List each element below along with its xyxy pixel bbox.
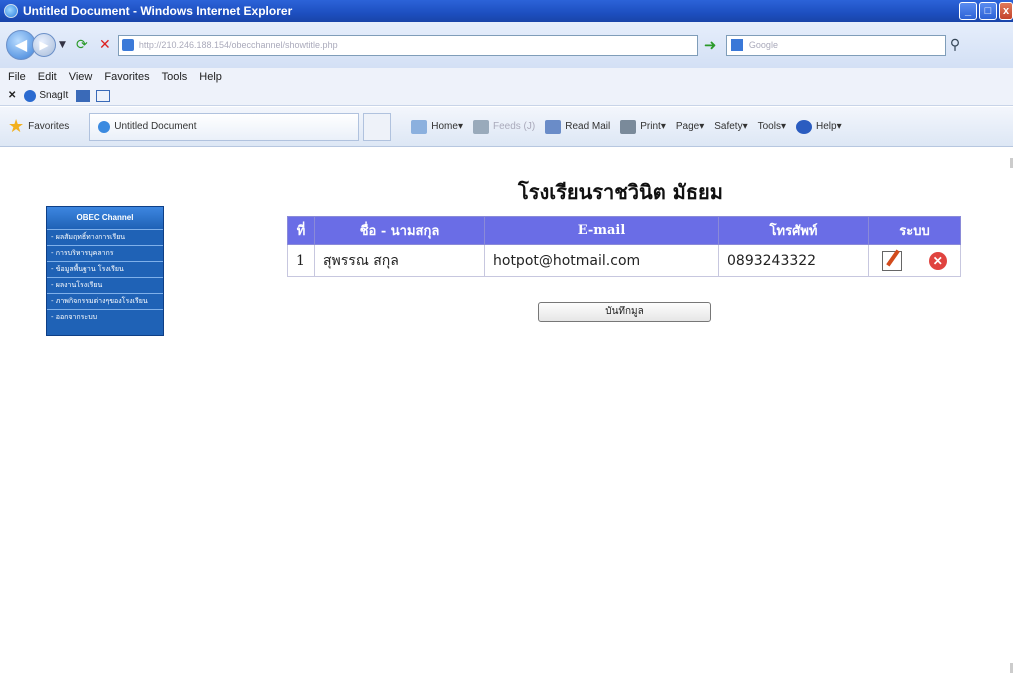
user-table: ที่ ชื่อ - นามสกุล E-mail โทรศัพท์ ระบบ … [287, 216, 961, 277]
sidebar-item-activities[interactable]: - ภาพกิจกรรมต่างๆของโรงเรียน [47, 293, 163, 309]
row-actions: ✕ [868, 244, 961, 277]
read-mail-button[interactable]: Read Mail [545, 119, 611, 134]
go-icon[interactable]: ➜ [704, 36, 722, 54]
feeds-label: Feeds (J) [492, 121, 536, 132]
sidebar-menu: OBEC Channel - ผลสัมฤทธิ์ทางการเรียน - ก… [46, 206, 164, 336]
forward-button[interactable]: ▶ [32, 33, 56, 57]
sidebar-item-personnel[interactable]: - การบริหารบุคลากร [47, 245, 163, 261]
col-phone: โทรศัพท์ [718, 216, 869, 245]
search-input[interactable]: Google [725, 34, 946, 56]
favorites-button[interactable]: ★ Favorites [8, 116, 69, 137]
menu-view[interactable]: View [69, 71, 93, 83]
home-label: Home [431, 121, 458, 132]
search-icon[interactable]: ⚲ [950, 37, 960, 53]
refresh-icon[interactable]: ⟳ [72, 35, 92, 55]
address-input[interactable]: http://210.246.188.154/obecchannel/showt… [117, 34, 698, 56]
table-row: 1 สุพรรณ สกุล hotpot@hotmail.com 0893243… [287, 244, 961, 277]
row-name: สุพรรณ สกุล [314, 244, 485, 277]
safety-menu-button[interactable]: Safety ▾ [714, 121, 747, 132]
sidebar-item-school-info[interactable]: - ข้อมูลพื้นฐาน โรงเรียน [47, 261, 163, 277]
close-window-button[interactable]: x [999, 2, 1013, 20]
col-actions: ระบบ [868, 216, 961, 245]
print-button[interactable]: Print ▾ [620, 119, 666, 134]
favorites-bar: ★ Favorites Untitled Document Home ▾ Fee… [0, 107, 1013, 147]
feeds-icon [472, 119, 489, 134]
action-buttons: ✕ [869, 246, 960, 276]
page-icon [121, 39, 134, 51]
page-title: โรงเรียนราชวินิต มัธยม [518, 180, 723, 204]
sidebar-header: OBEC Channel [47, 207, 163, 229]
title-bar: Untitled Document - Windows Internet Exp… [0, 0, 1013, 22]
history-dropdown-icon[interactable]: ▼ [59, 40, 66, 50]
tools-menu-button[interactable]: Tools ▾ [758, 121, 786, 132]
printer-icon [620, 119, 637, 134]
col-name: ชื่อ - นามสกุล [314, 216, 485, 245]
help-label: Help [816, 121, 837, 132]
window-controls: _ □ x [959, 2, 1013, 20]
tab-untitled-document[interactable]: Untitled Document [89, 112, 360, 141]
tab-title: Untitled Document [114, 121, 197, 132]
read-mail-label: Read Mail [565, 121, 611, 132]
help-icon [796, 119, 813, 134]
ie-logo-icon [4, 4, 18, 18]
maximize-button[interactable]: □ [979, 2, 997, 20]
table-header-row: ที่ ชื่อ - นามสกุล E-mail โทรศัพท์ ระบบ [287, 216, 961, 245]
sidebar-item-school-works[interactable]: - ผลงานโรงเรียน [47, 277, 163, 293]
capture-icon[interactable] [76, 89, 91, 102]
google-icon [730, 39, 743, 51]
address-toolbar: ◀ ▶ ▼ ⟳ ✕ http://210.246.188.154/obeccha… [0, 22, 1013, 68]
menu-help[interactable]: Help [199, 71, 222, 83]
search-placeholder: Google [748, 40, 778, 50]
feeds-button[interactable]: Feeds (J) [472, 119, 536, 134]
row-email: hotpot@hotmail.com [484, 244, 719, 277]
mail-icon [545, 119, 562, 134]
sidebar-item-achievement[interactable]: - ผลสัมฤทธิ์ทางการเรียน [47, 229, 163, 245]
menu-tools[interactable]: Tools [162, 71, 188, 83]
snagit-toolbar: ✕ SnagIt [0, 86, 1013, 106]
close-toolbar-icon[interactable]: ✕ [8, 90, 16, 101]
save-button[interactable]: บันทึกมูล [538, 302, 711, 322]
snagit-icon [24, 89, 37, 102]
sidebar-item-logout[interactable]: - ออกจากระบบ [47, 309, 163, 325]
new-tab-button[interactable] [363, 112, 392, 141]
window-title: Untitled Document - Windows Internet Exp… [23, 4, 293, 18]
command-bar: Home ▾ Feeds (J) Read Mail Print ▾ Page … [411, 119, 851, 134]
page-menu-button[interactable]: Page ▾ [676, 121, 704, 132]
snagit-label[interactable]: SnagIt [39, 90, 68, 101]
favorites-label: Favorites [28, 121, 70, 132]
page-label: Page [675, 121, 700, 132]
menu-favorites[interactable]: Favorites [104, 71, 149, 83]
address-text: http://210.246.188.154/obecchannel/showt… [138, 40, 338, 50]
stop-icon[interactable]: ✕ [95, 35, 115, 55]
menu-file[interactable]: File [8, 71, 26, 83]
minimize-button[interactable]: _ [959, 2, 977, 20]
col-number: ที่ [287, 216, 315, 245]
home-button[interactable]: Home ▾ [411, 119, 463, 134]
tools-label: Tools [757, 121, 781, 132]
home-icon [411, 119, 428, 134]
star-icon: ★ [8, 116, 25, 136]
print-label: Print [640, 121, 661, 132]
delete-icon[interactable]: ✕ [928, 251, 947, 270]
safety-label: Safety [714, 121, 743, 132]
row-phone: 0893243322 [718, 244, 869, 277]
page-content: โรงเรียนราชวินิต มัธยม OBEC Channel - ผล… [0, 148, 1013, 677]
window-capture-icon[interactable] [96, 89, 111, 102]
menu-bar: File Edit View Favorites Tools Help [0, 68, 1013, 86]
browser-window: Untitled Document - Windows Internet Exp… [0, 0, 1013, 677]
row-number: 1 [287, 244, 315, 277]
ie-page-icon [98, 120, 111, 133]
edit-icon[interactable] [882, 250, 903, 271]
menu-edit[interactable]: Edit [38, 71, 57, 83]
col-email: E-mail [484, 216, 719, 245]
help-menu-button[interactable]: Help ▾ [796, 119, 842, 134]
